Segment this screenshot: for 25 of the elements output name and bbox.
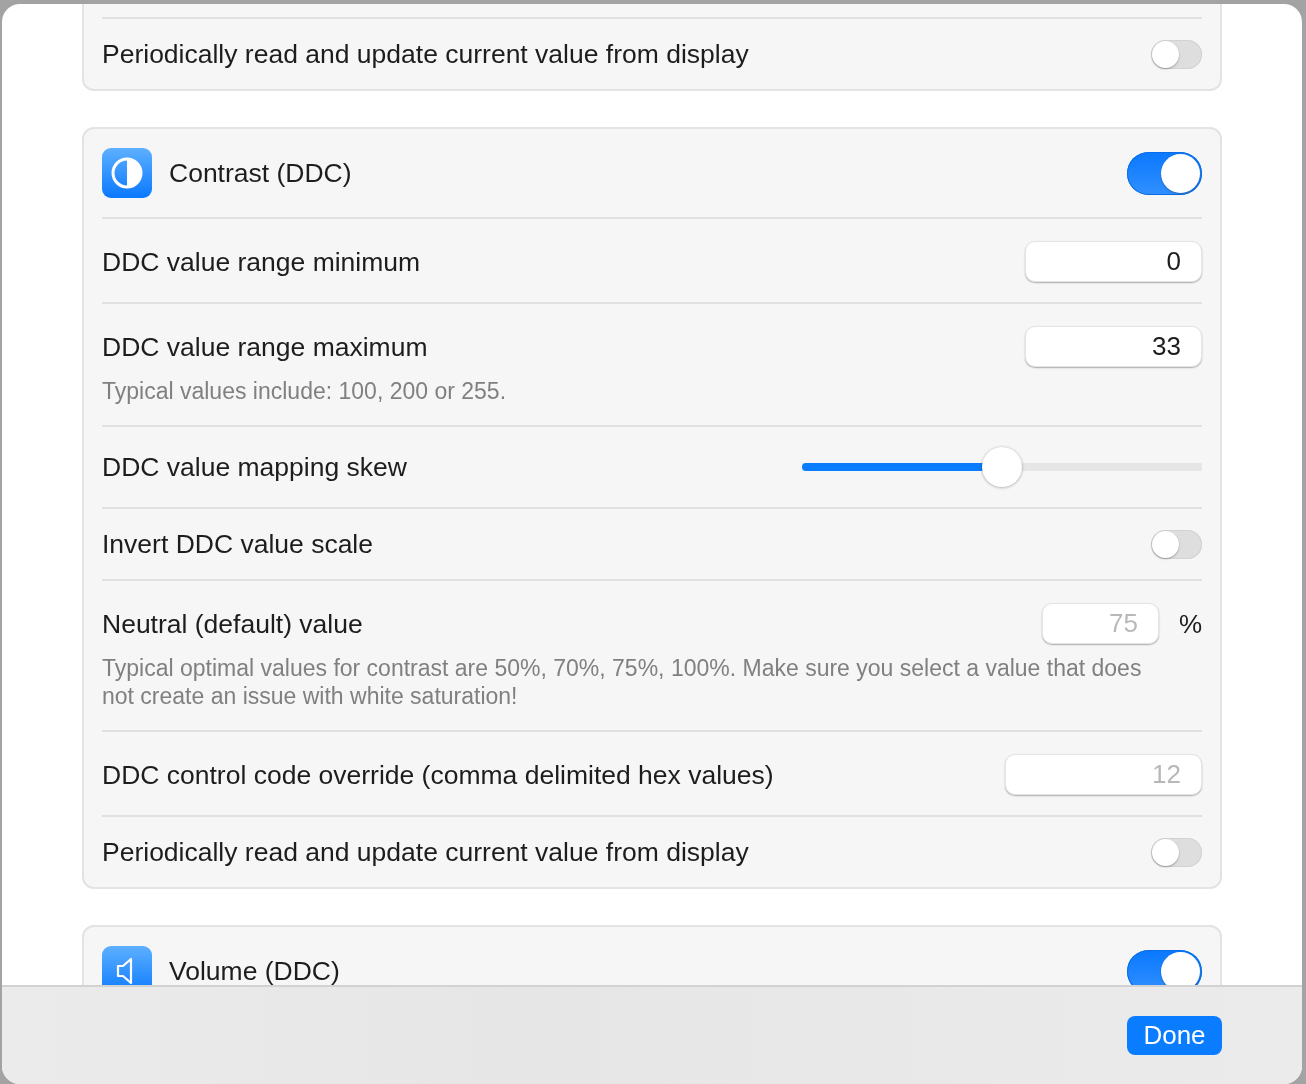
setting-label: DDC value range minimum bbox=[102, 246, 421, 277]
help-text: Typical optimal values for contrast are 50%, 70%, 75%, 100%. Make sure you select a value that does not create an issue with white saturation! bbox=[102, 654, 1143, 710]
toggle-switch[interactable] bbox=[1127, 151, 1202, 195]
setting-label: DDC control code override (comma delimited hex values) bbox=[102, 759, 774, 790]
setting-label: Periodically read and update current value from display bbox=[102, 837, 749, 867]
number-field[interactable]: 75 bbox=[1041, 603, 1159, 644]
slider-thumb[interactable] bbox=[982, 447, 1022, 487]
setting-label: DDC value mapping skew bbox=[102, 452, 407, 482]
toggle-switch[interactable] bbox=[1151, 39, 1202, 69]
number-field[interactable]: 33 bbox=[1025, 326, 1202, 367]
toggle-switch[interactable] bbox=[1151, 837, 1202, 867]
contrast-icon bbox=[102, 148, 152, 198]
section-title: Contrast (DDC) bbox=[169, 158, 352, 188]
setting-label: Periodically read and update current value from display bbox=[102, 39, 749, 69]
help-text: Typical values include: 100, 200 or 255. bbox=[102, 377, 508, 405]
number-field[interactable]: 0 bbox=[1025, 241, 1202, 282]
toggle-switch[interactable] bbox=[1127, 949, 1202, 985]
text-field[interactable]: 12 bbox=[1005, 754, 1202, 795]
toggle-switch[interactable] bbox=[1151, 529, 1202, 559]
done-button[interactable]: Done bbox=[1127, 1016, 1222, 1055]
section-title: Volume (DDC) bbox=[169, 956, 340, 985]
setting-label: DDC value range maximum bbox=[102, 331, 428, 362]
unit-label: % bbox=[1178, 608, 1202, 639]
setting-label: Invert DDC value scale bbox=[102, 529, 373, 559]
setting-label: Neutral (default) value bbox=[102, 608, 363, 639]
